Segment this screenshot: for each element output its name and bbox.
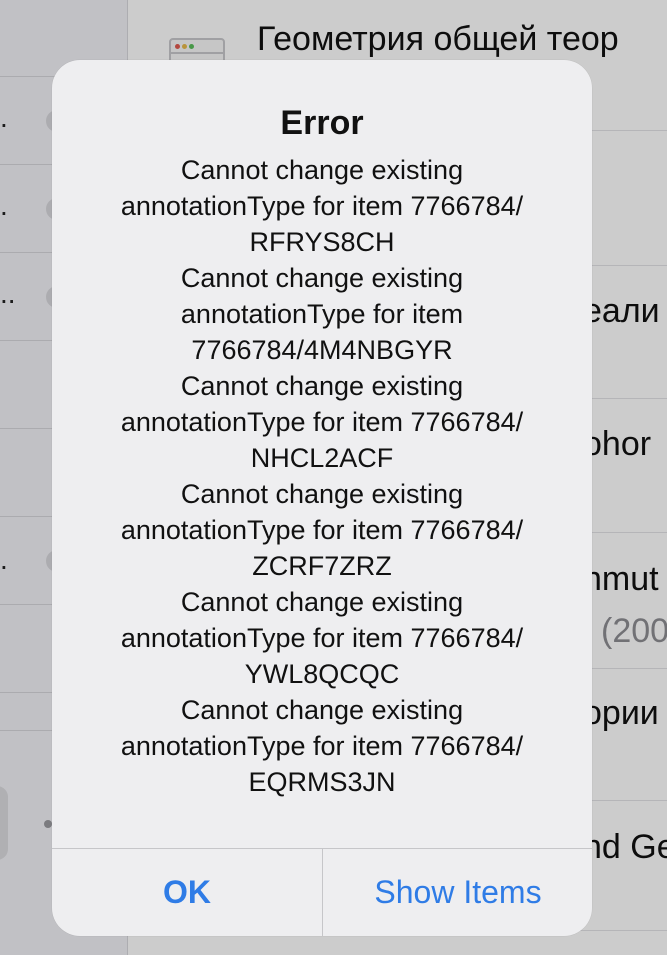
alert-message-line: annotationType for item 7766784/ [120, 407, 524, 437]
alert-message-line: YWL8QCQC [244, 659, 400, 689]
ok-button[interactable]: OK [52, 849, 322, 936]
alert-message: Cannot change existing annotationType for… [82, 152, 562, 800]
alert-message-line: annotationType for item 7766784/ [120, 623, 524, 653]
alert-message-line: Cannot change existing [180, 155, 464, 185]
alert-message-line: EQRMS3JN [248, 767, 396, 797]
alert-message-line: Cannot change existing [180, 263, 464, 293]
alert-message-line: Cannot change existing [180, 371, 464, 401]
alert-message-line: annotationType for item 7766784/ [120, 731, 524, 761]
alert-message-line: Cannot change existing [180, 695, 464, 725]
show-items-button[interactable]: Show Items [323, 849, 592, 936]
alert-message-line: NHCL2ACF [250, 443, 394, 473]
error-alert: Error Cannot change existing annotationTy… [52, 60, 592, 936]
alert-message-line: 7766784/4M4NBGYR [191, 335, 453, 365]
alert-message-line: Cannot change existing [180, 479, 464, 509]
alert-message-line: annotationType for item [180, 299, 464, 329]
app-screen: . . .. . Геометрия общей теор еали оhor [0, 0, 667, 955]
alert-message-line: ZCRF7ZRZ [252, 551, 392, 581]
alert-message-line: annotationType for item 7766784/ [120, 191, 524, 221]
alert-message-line: annotationType for item 7766784/ [120, 515, 524, 545]
alert-message-line: Cannot change existing [180, 587, 464, 617]
alert-message-line: RFRYS8CH [249, 227, 395, 257]
alert-title: Error [280, 104, 364, 142]
